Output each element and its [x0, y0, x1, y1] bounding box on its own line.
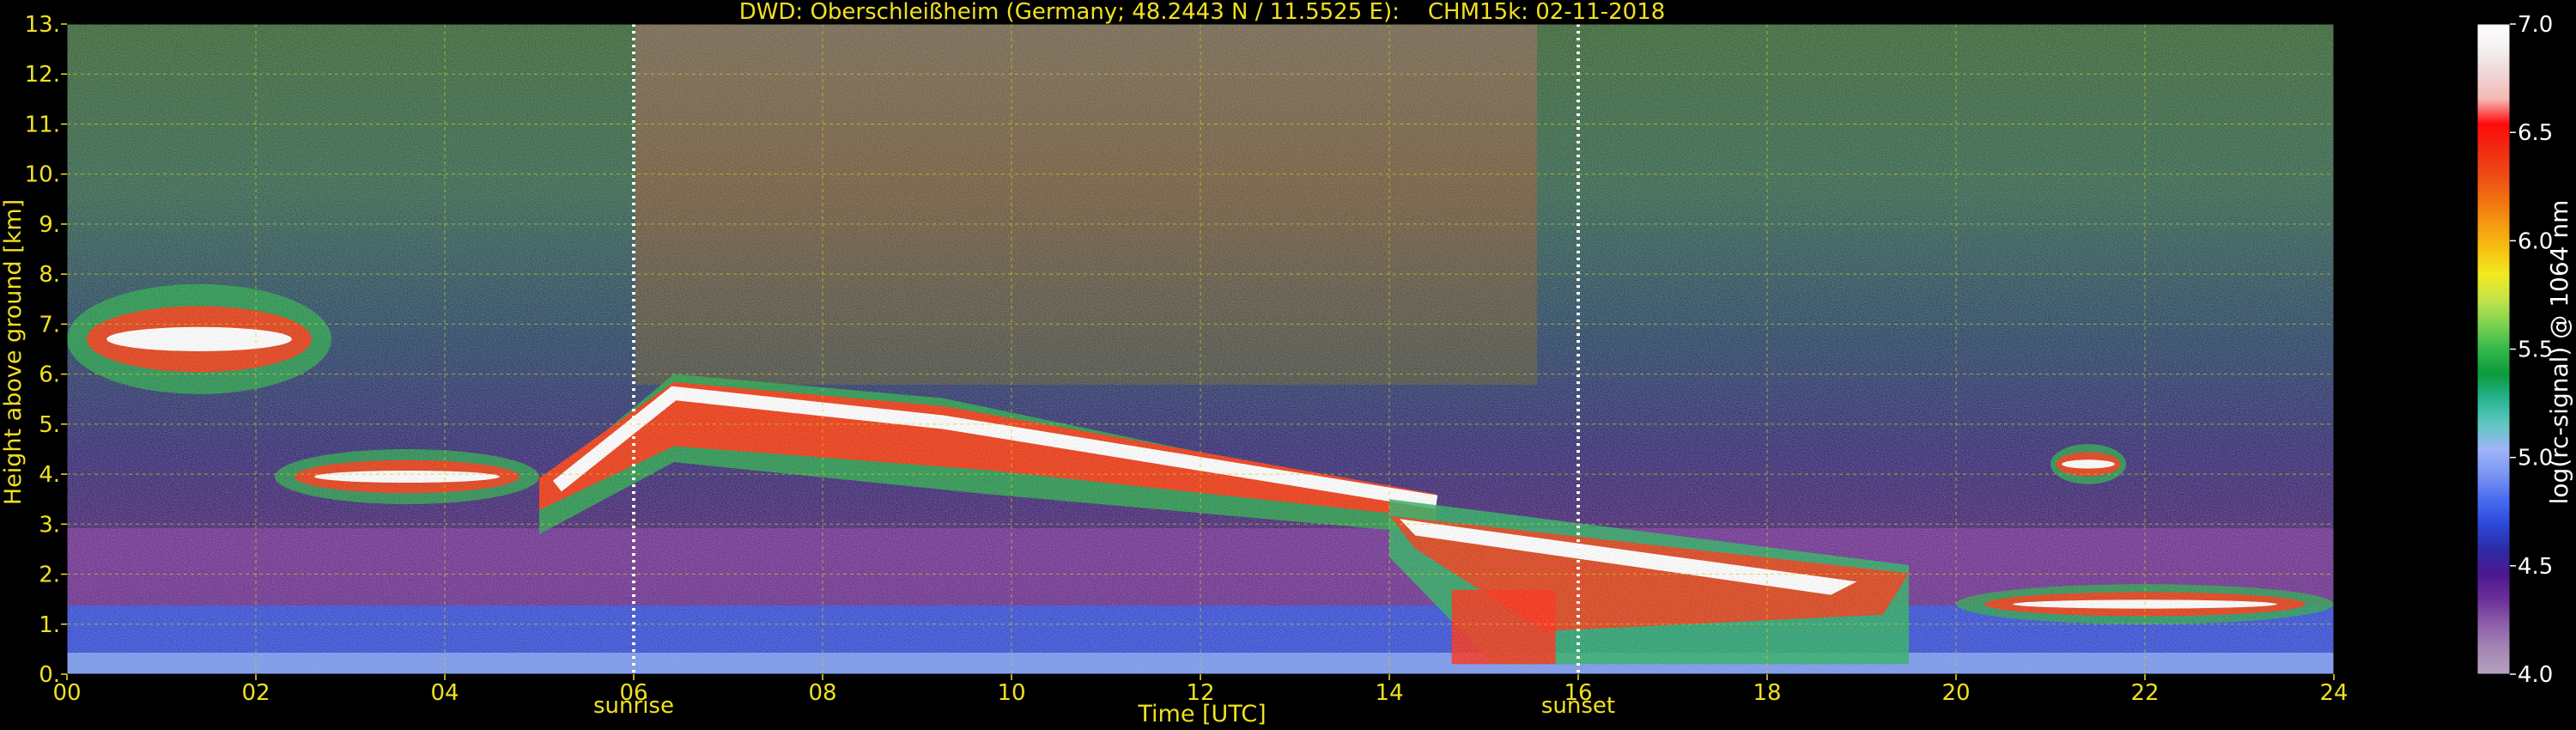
ceilometer-chart: sunrise sunset 00 02 04 06 08 10 12 14 16 18 20 22 24…: [0, 0, 2573, 727]
y-tick-label: 11.: [25, 112, 60, 137]
y-tick-label: 3.: [39, 512, 60, 538]
y-tick-label: 8.: [39, 262, 60, 288]
y-tick-label: 2.: [39, 563, 60, 588]
x-tick-label: 22: [2130, 680, 2159, 706]
x-tick-label: 24: [2319, 680, 2348, 706]
y-tick-label: 4.: [39, 462, 60, 488]
x-tick-label: 08: [808, 680, 836, 706]
x-axis-label: Time [UTC]: [1137, 701, 1266, 727]
y-tick-label: 5.: [39, 412, 60, 438]
x-tick-label: 16: [1564, 680, 1592, 706]
y-axis-ticks: 0. 1. 2. 3. 4. 5. 6. 7. 8. 9. 10. 11. 12. 13.: [25, 12, 67, 688]
y-tick-label: 0.: [39, 662, 60, 688]
chart-title: DWD: Oberschleißheim (Germany; 48.2443 N…: [739, 0, 1666, 25]
y-tick-label: 13.: [25, 12, 60, 38]
y-tick-label: 6.: [39, 362, 60, 388]
colorbar-tick-label: 7.0: [2518, 12, 2553, 38]
x-tick-label: 02: [241, 680, 270, 706]
x-tick-label: 18: [1753, 680, 1781, 706]
y-tick-label: 10.: [25, 162, 60, 188]
x-tick-label: 06: [619, 680, 647, 706]
colorbar-tick-label: 6.5: [2518, 120, 2553, 146]
x-tick-label: 14: [1375, 680, 1403, 706]
colorbar: 4.04.55.05.56.06.57.0 log(rc-signal) @ 1…: [2476, 12, 2573, 688]
y-tick-label: 12.: [25, 62, 60, 88]
x-tick-label: 10: [997, 680, 1025, 706]
colorbar-bar: [2476, 23, 2511, 675]
y-tick-label: 1.: [39, 612, 60, 638]
colorbar-tick-label: 4.5: [2518, 554, 2553, 580]
x-tick-label: 20: [1941, 680, 1970, 706]
y-axis-label: Height above ground [km]: [0, 199, 27, 505]
colorbar-label: log(rc-signal) @ 1064 nm: [2545, 200, 2573, 505]
y-tick-label: 9.: [39, 212, 60, 238]
x-tick-label: 04: [430, 680, 459, 706]
y-tick-label: 7.: [39, 312, 60, 338]
colorbar-tick-label: 4.0: [2518, 662, 2553, 688]
